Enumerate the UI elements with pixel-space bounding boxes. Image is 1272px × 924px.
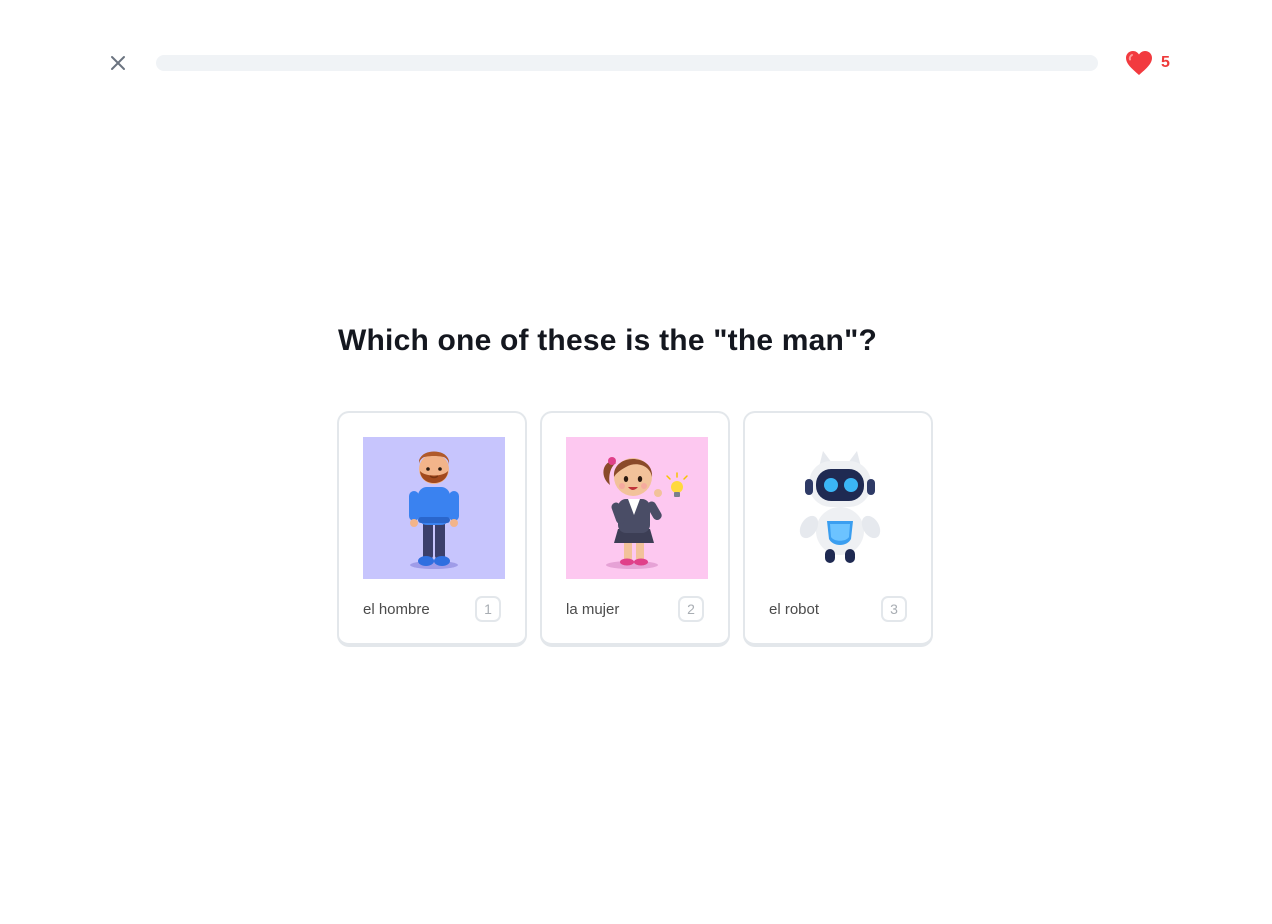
- option-key-hint: 3: [881, 596, 907, 622]
- option-label: el robot: [769, 601, 820, 618]
- robot-illustration: [769, 437, 911, 579]
- progress-bar: [156, 55, 1098, 71]
- option-key-hint: 2: [678, 596, 704, 622]
- close-button[interactable]: [104, 49, 132, 77]
- option-key-hint: 1: [475, 596, 501, 622]
- option-label: el hombre: [363, 601, 430, 618]
- option-label: la mujer: [566, 601, 620, 618]
- option-card-el-robot[interactable]: el robot 3: [743, 411, 933, 647]
- option-card-la-mujer[interactable]: la mujer 2: [540, 411, 730, 647]
- answer-options: el hombre 1 la mujer 2 el robot 3: [337, 411, 933, 647]
- woman-illustration: [566, 437, 708, 579]
- heart-icon: [1126, 51, 1152, 75]
- man-illustration: [363, 437, 505, 579]
- lesson-header: 5: [0, 0, 1272, 124]
- hearts-indicator: 5: [1125, 49, 1170, 77]
- close-icon: [111, 56, 125, 70]
- hearts-count: 5: [1161, 54, 1170, 71]
- option-card-el-hombre[interactable]: el hombre 1: [337, 411, 527, 647]
- question-title: Which one of these is the "the man"?: [338, 324, 878, 357]
